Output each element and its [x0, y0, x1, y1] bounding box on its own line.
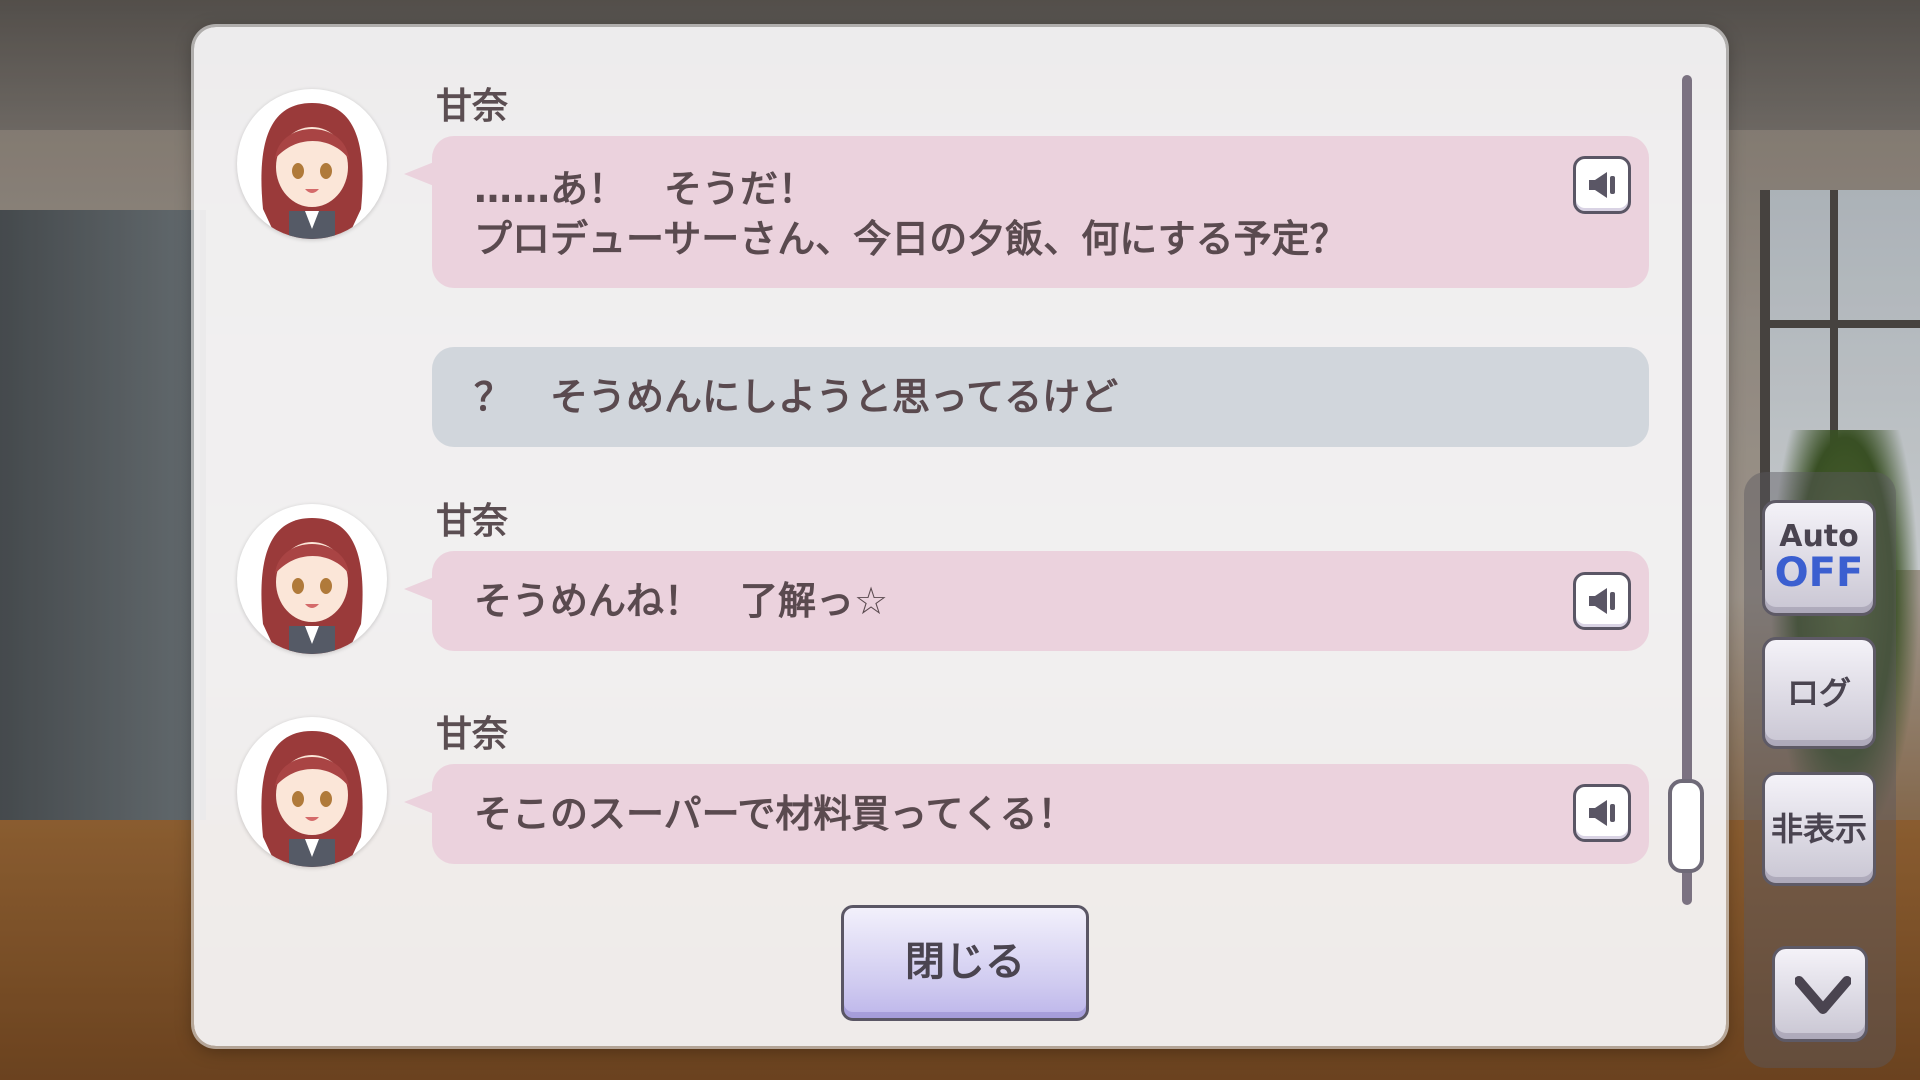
character-avatar — [237, 89, 387, 239]
auto-button[interactable]: Auto OFF — [1762, 500, 1876, 616]
scrollbar-thumb[interactable] — [1668, 779, 1704, 873]
dialog-line: ……あ！ そうだ！ — [474, 167, 817, 211]
choice-bubble: ？ そうめんにしようと思ってるけど — [432, 347, 1649, 447]
hide-button[interactable]: 非表示 — [1762, 772, 1876, 886]
dialog-bubble: そこのスーパーで材料買ってくる！ — [404, 764, 1649, 864]
speaker-icon — [1589, 800, 1615, 826]
choice-line: ？ そうめんにしようと思ってるけど — [474, 375, 1119, 419]
dialog-line: そこのスーパーで材料買ってくる！ — [474, 792, 1076, 836]
dialog-bubble: そうめんね！ 了解っ☆ — [404, 551, 1649, 651]
voice-play-button[interactable] — [1573, 784, 1631, 842]
speaker-name: 甘奈 — [436, 714, 509, 755]
character-avatar — [237, 504, 387, 654]
close-button[interactable]: 閉じる — [841, 905, 1089, 1021]
auto-state: OFF — [1774, 550, 1864, 596]
dialog-log-panel: 甘奈 ……あ！ そうだ！ プロデューサーさん、今日の夕飯、何にする予定？ ？ そ… — [194, 27, 1726, 1046]
chevron-down-icon — [1795, 976, 1851, 1014]
speaker-icon — [1589, 588, 1615, 614]
character-avatar — [237, 717, 387, 867]
voice-play-button[interactable] — [1573, 572, 1631, 630]
log-button[interactable]: ログ — [1762, 637, 1876, 749]
speaker-icon — [1589, 172, 1615, 198]
dialog-bubble: ……あ！ そうだ！ プロデューサーさん、今日の夕飯、何にする予定？ — [404, 136, 1649, 288]
collapse-button[interactable] — [1772, 946, 1868, 1042]
speaker-name: 甘奈 — [436, 501, 509, 542]
dialog-line: そうめんね！ 了解っ☆ — [474, 579, 889, 623]
dialog-line: プロデューサーさん、今日の夕飯、何にする予定？ — [474, 217, 1348, 261]
auto-label: Auto — [1779, 519, 1859, 554]
speaker-name: 甘奈 — [436, 86, 509, 127]
voice-play-button[interactable] — [1573, 156, 1631, 214]
